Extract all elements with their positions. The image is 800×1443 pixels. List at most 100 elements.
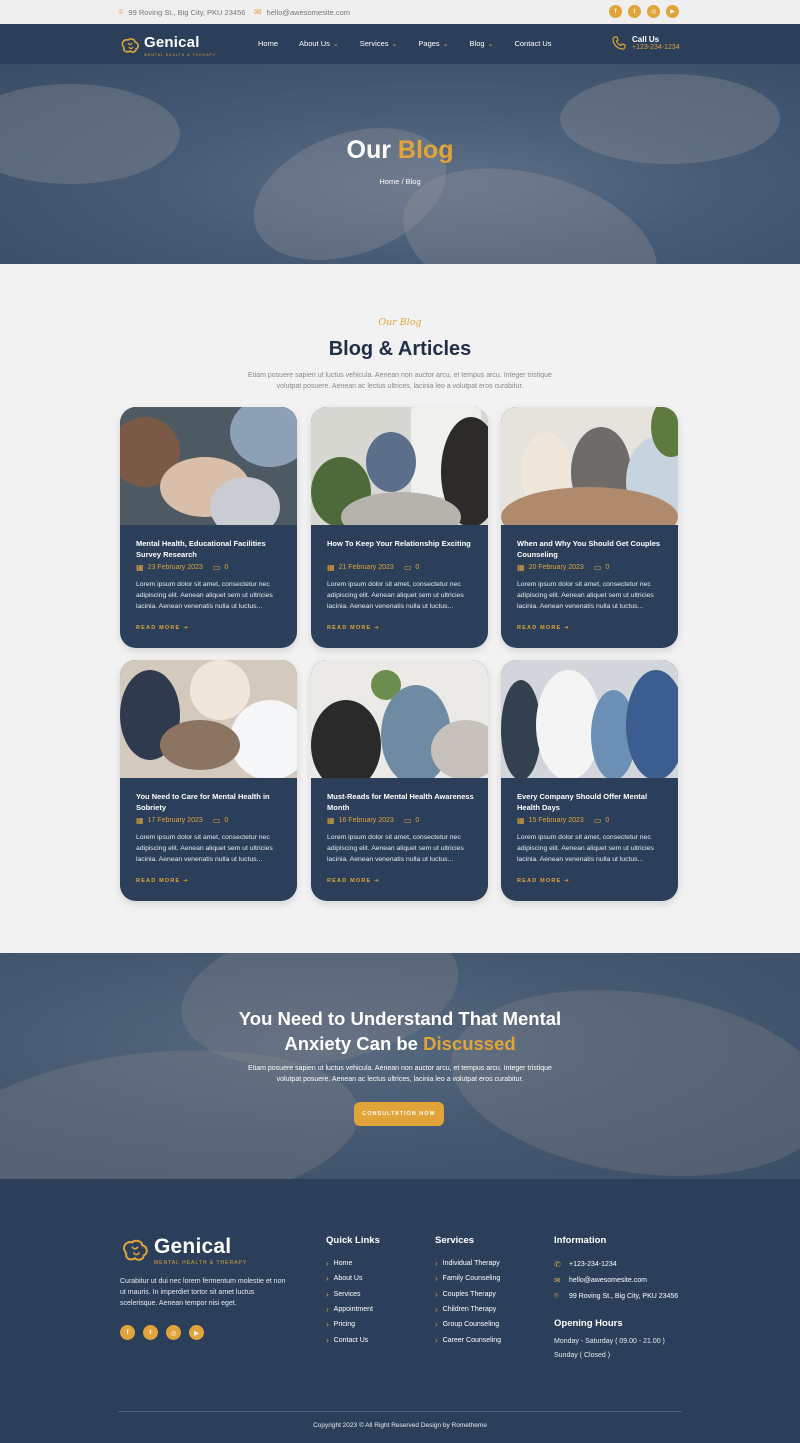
breadcrumb[interactable]: Home / Blog: [0, 177, 800, 186]
nav-services-label: Services: [359, 39, 389, 48]
read-more-label: READ MORE: [517, 625, 562, 631]
footer-link-label[interactable]: About Us: [334, 1275, 363, 1282]
footer-socials: f t ◎ ▶: [120, 1325, 204, 1340]
youtube-icon[interactable]: ▶: [189, 1325, 204, 1340]
footer-service-link[interactable]: › Career Counseling: [435, 1332, 501, 1347]
comment-icon: ▭: [593, 563, 602, 572]
topbar-email-text[interactable]: hello@awesomesite.com: [267, 8, 350, 17]
blog-card-date: 20 February 2023: [528, 564, 584, 571]
footer-link[interactable]: › Pricing: [326, 1317, 380, 1332]
topbar-email[interactable]: ✉ hello@awesomesite.com: [254, 7, 350, 18]
blog-card-title[interactable]: Mental Health, Educational Facilities Su…: [136, 538, 286, 560]
topbar-address-text: 99 Roving St., Big City, PKU 23456: [128, 8, 246, 17]
footer-service-label[interactable]: Children Therapy: [443, 1306, 497, 1313]
facebook-icon[interactable]: f: [120, 1325, 135, 1340]
nav-home[interactable]: Home: [258, 39, 278, 48]
blog-card-date: 23 February 2023: [147, 564, 203, 571]
footer-service-label[interactable]: Family Counseling: [443, 1275, 501, 1282]
footer-service-link[interactable]: › Couples Therapy: [435, 1287, 501, 1302]
opening-hours-title: Opening Hours: [554, 1318, 623, 1329]
nav-about-us[interactable]: About Us ⌄: [299, 39, 339, 48]
chevron-right-icon: ›: [326, 1274, 329, 1284]
blog-card[interactable]: Every Company Should Offer Mental Health…: [501, 660, 678, 901]
blog-card-image[interactable]: [311, 660, 488, 778]
blog-card-image[interactable]: [120, 407, 297, 525]
footer-service-label[interactable]: Career Counseling: [443, 1337, 501, 1344]
calendar-icon: ▦: [517, 816, 525, 825]
footer-service-link[interactable]: › Individual Therapy: [435, 1256, 501, 1271]
nav-contact-us[interactable]: Contact Us: [514, 39, 551, 48]
footer-link-label[interactable]: Contact Us: [334, 1337, 369, 1344]
nav-blog[interactable]: Blog ⌄: [470, 39, 494, 48]
read-more-link[interactable]: READ MORE ➔: [136, 878, 189, 884]
calendar-icon: ▦: [327, 816, 335, 825]
footer-link-label[interactable]: Appointment: [334, 1306, 373, 1313]
footer-link-label[interactable]: Services: [334, 1291, 361, 1298]
blog-card-date: 21 February 2023: [338, 564, 394, 571]
footer-link-label[interactable]: Home: [334, 1260, 353, 1267]
footer-information: Information ✆ +123-234-1234 ✉ hello@awesom…: [554, 1235, 678, 1363]
blog-card-title[interactable]: When and Why You Should Get Couples Coun…: [517, 538, 667, 560]
blog-card-image[interactable]: [311, 407, 488, 525]
instagram-icon[interactable]: ◎: [647, 5, 660, 18]
footer-phone[interactable]: ✆ +123-234-1234: [554, 1256, 678, 1272]
nav-services[interactable]: Services ⌄: [360, 39, 398, 48]
footer-link[interactable]: › Home: [326, 1256, 380, 1271]
blog-card-image[interactable]: [120, 660, 297, 778]
footer-service-label[interactable]: Individual Therapy: [443, 1260, 500, 1267]
blog-card[interactable]: When and Why You Should Get Couples Coun…: [501, 407, 678, 648]
brand-logo[interactable]: Genical MENTAL HEALTH & THERAPY: [120, 34, 216, 57]
call-us[interactable]: Call Us +123-234-1234: [612, 35, 680, 51]
footer-link[interactable]: › Contact Us: [326, 1332, 380, 1347]
blog-card[interactable]: Must-Reads for Mental Health Awareness M…: [311, 660, 488, 901]
footer-email-text[interactable]: hello@awesomesite.com: [569, 1277, 647, 1284]
instagram-icon[interactable]: ◎: [166, 1325, 181, 1340]
arrow-right-icon: ➔: [564, 625, 570, 631]
nav-pages[interactable]: Pages ⌄: [418, 39, 448, 48]
twitter-icon[interactable]: t: [143, 1325, 158, 1340]
read-more-link[interactable]: READ MORE ➔: [327, 625, 380, 631]
footer-service-link[interactable]: › Children Therapy: [435, 1302, 501, 1317]
footer-phone-text[interactable]: +123-234-1234: [569, 1261, 617, 1268]
read-more-link[interactable]: READ MORE ➔: [136, 625, 189, 631]
footer-address-text: 99 Roving St., Big City, PKU 23456: [569, 1292, 679, 1300]
blog-card-date: 17 February 2023: [147, 817, 203, 824]
blog-card-title[interactable]: You Need to Care for Mental Health in So…: [136, 791, 286, 813]
footer-link[interactable]: › Appointment: [326, 1302, 380, 1317]
blog-card-comments: 0: [224, 817, 229, 824]
footer-service-label[interactable]: Group Counseling: [443, 1321, 499, 1328]
comment-icon: ▭: [212, 816, 221, 825]
calendar-icon: ▦: [136, 816, 144, 825]
footer-link[interactable]: › About Us: [326, 1271, 380, 1286]
blog-card-title[interactable]: How To Keep Your Relationship Exciting: [327, 538, 477, 560]
footer-about: Curabitur ut dui nec lorem fermentum mol…: [120, 1278, 286, 1307]
blog-card[interactable]: You Need to Care for Mental Health in So…: [120, 660, 297, 901]
footer-service-link[interactable]: › Group Counseling: [435, 1317, 501, 1332]
page-hero: Our Blog Home / Blog: [0, 64, 800, 264]
consultation-button[interactable]: CONSULTATION NOW: [354, 1102, 444, 1126]
read-more-label: READ MORE: [517, 878, 562, 884]
blog-card-image[interactable]: [501, 407, 678, 525]
blog-card[interactable]: How To Keep Your Relationship Exciting ▦…: [311, 407, 488, 648]
footer-service-link[interactable]: › Family Counseling: [435, 1271, 501, 1286]
read-more-link[interactable]: READ MORE ➔: [327, 878, 380, 884]
twitter-icon[interactable]: t: [628, 5, 641, 18]
chevron-right-icon: ›: [326, 1289, 329, 1299]
blog-card-title[interactable]: Every Company Should Offer Mental Health…: [517, 791, 667, 813]
footer-logo[interactable]: Genical MENTAL HEALTH & THERAPY: [120, 1235, 247, 1266]
arrow-right-icon: ➔: [183, 878, 189, 884]
facebook-icon[interactable]: f: [609, 5, 622, 18]
blog-card[interactable]: Mental Health, Educational Facilities Su…: [120, 407, 297, 648]
blog-card-title[interactable]: Must-Reads for Mental Health Awareness M…: [327, 791, 477, 813]
page-title-accent: Blog: [397, 136, 454, 164]
footer-service-label[interactable]: Couples Therapy: [443, 1291, 496, 1298]
information-title: Information: [554, 1235, 607, 1246]
blog-card-image[interactable]: [501, 660, 678, 778]
footer-email[interactable]: ✉ hello@awesomesite.com: [554, 1272, 678, 1288]
youtube-icon[interactable]: ▶: [666, 5, 679, 18]
read-more-label: READ MORE: [136, 625, 181, 631]
read-more-link[interactable]: READ MORE ➔: [517, 878, 570, 884]
read-more-link[interactable]: READ MORE ➔: [517, 625, 570, 631]
footer-link[interactable]: › Services: [326, 1287, 380, 1302]
footer-link-label[interactable]: Pricing: [334, 1321, 355, 1328]
